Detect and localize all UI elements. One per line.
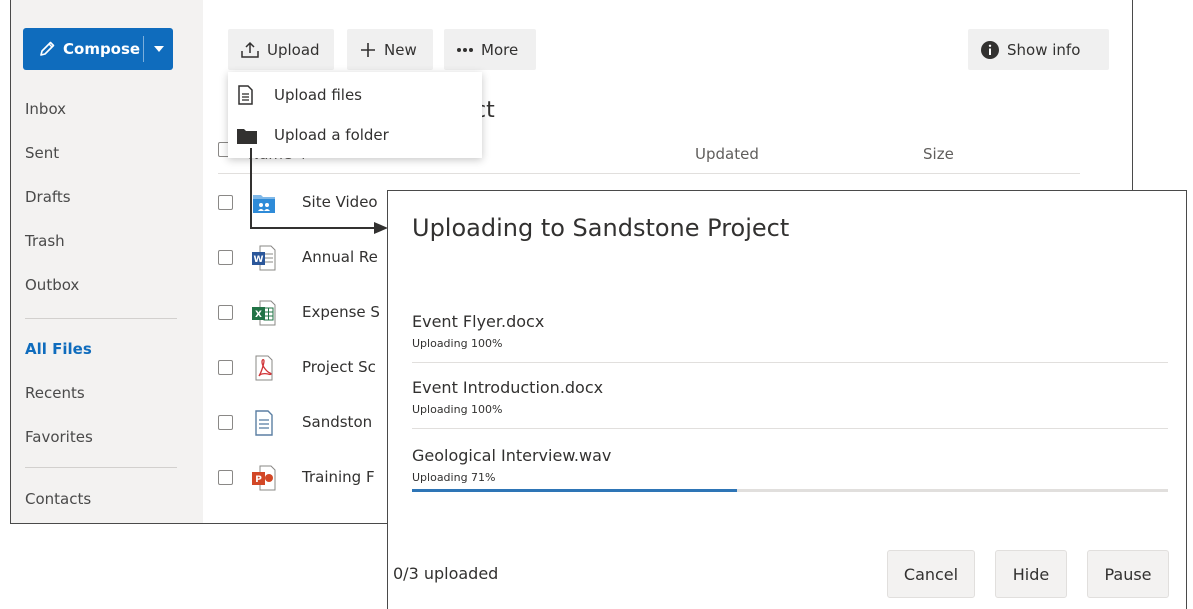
column-header-updated[interactable]: Updated <box>695 145 759 163</box>
nav-item-sent[interactable]: Sent <box>25 144 59 162</box>
file-name[interactable]: Annual Re <box>302 248 378 266</box>
svg-text:P: P <box>255 475 262 485</box>
pencil-icon <box>40 41 55 56</box>
svg-text:W: W <box>254 255 264 265</box>
nav-divider <box>25 318 177 319</box>
upload-counter: 0/3 uploaded <box>393 564 499 583</box>
nav-item-recents[interactable]: Recents <box>25 384 85 402</box>
row-checkbox[interactable] <box>218 305 233 320</box>
plus-icon <box>361 42 375 57</box>
caret-down-icon <box>153 46 164 52</box>
nav-item-contacts[interactable]: Contacts <box>25 490 91 508</box>
text-document-icon <box>255 410 273 436</box>
nav-item-outbox[interactable]: Outbox <box>25 276 79 294</box>
upload-label: Upload <box>267 40 320 59</box>
file-name[interactable]: Expense S <box>302 303 380 321</box>
column-header-size[interactable]: Size <box>923 145 954 163</box>
nav-item-trash[interactable]: Trash <box>25 232 65 250</box>
compose-button[interactable]: Compose <box>23 28 143 70</box>
shared-folder-icon <box>253 195 275 213</box>
powerpoint-document-icon: P <box>252 465 276 491</box>
menu-item-label: Upload a folder <box>274 126 389 144</box>
dialog-title: Uploading to Sandstone Project <box>412 214 790 242</box>
compose-label: Compose <box>63 40 141 58</box>
row-checkbox[interactable] <box>218 360 233 375</box>
file-name[interactable]: Project Sc <box>302 358 376 376</box>
upload-file-name: Event Flyer.docx <box>412 312 545 331</box>
word-document-icon: W <box>252 245 276 271</box>
nav-item-all-files[interactable]: All Files <box>25 340 92 358</box>
row-checkbox[interactable] <box>218 470 233 485</box>
compose-dropdown-button[interactable] <box>144 28 173 70</box>
header-divider <box>218 173 1080 174</box>
upload-file-name: Event Introduction.docx <box>412 378 604 397</box>
row-checkbox[interactable] <box>218 415 233 430</box>
more-button[interactable]: More <box>444 29 536 70</box>
upload-icon <box>241 41 259 58</box>
file-name[interactable]: Sandston <box>302 413 372 431</box>
nav-item-favorites[interactable]: Favorites <box>25 428 93 446</box>
upload-status: Uploading 71% <box>412 471 496 484</box>
pdf-document-icon <box>255 355 273 381</box>
new-label: New <box>384 40 417 59</box>
row-checkbox[interactable] <box>218 250 233 265</box>
upload-button[interactable]: Upload <box>228 29 334 70</box>
more-dots-icon <box>457 47 473 52</box>
compose-button-group: Compose <box>23 28 173 70</box>
show-info-label: Show info <box>1007 40 1081 59</box>
folder-icon <box>237 129 257 144</box>
file-name[interactable]: Site Video <box>302 193 378 211</box>
menu-item-upload-folder[interactable]: Upload a folder <box>228 115 482 155</box>
new-button[interactable]: New <box>347 29 433 70</box>
nav-item-inbox[interactable]: Inbox <box>25 100 66 118</box>
document-icon <box>238 85 253 105</box>
upload-status: Uploading 100% <box>412 337 503 350</box>
sidebar: Compose Inbox Sent Drafts Trash Outbox A… <box>11 0 203 523</box>
upload-progress-bar <box>412 489 1168 492</box>
more-label: More <box>481 40 519 59</box>
nav-divider <box>25 467 177 468</box>
upload-item: Geological Interview.wav Uploading 71% <box>412 446 1168 512</box>
upload-dialog: Uploading to Sandstone Project Event Fly… <box>387 190 1187 609</box>
upload-status: Uploading 100% <box>412 403 503 416</box>
upload-item: Event Flyer.docx Uploading 100% <box>412 312 1168 378</box>
item-divider <box>412 362 1168 363</box>
menu-item-upload-files[interactable]: Upload files <box>228 75 482 115</box>
pause-button[interactable]: Pause <box>1087 550 1169 598</box>
row-checkbox[interactable] <box>218 195 233 210</box>
svg-text:X: X <box>255 310 262 320</box>
info-icon <box>981 40 999 59</box>
upload-menu: Upload files Upload a folder <box>228 72 482 158</box>
cancel-button[interactable]: Cancel <box>887 550 975 598</box>
menu-item-label: Upload files <box>274 86 362 104</box>
item-divider <box>412 428 1168 429</box>
nav-item-drafts[interactable]: Drafts <box>25 188 71 206</box>
excel-document-icon: X <box>252 300 276 326</box>
hide-button[interactable]: Hide <box>995 550 1067 598</box>
file-name[interactable]: Training F <box>302 468 375 486</box>
upload-file-name: Geological Interview.wav <box>412 446 612 465</box>
show-info-button[interactable]: Show info <box>968 29 1109 70</box>
upload-progress-fill <box>412 489 738 492</box>
upload-item: Event Introduction.docx Uploading 100% <box>412 378 1168 444</box>
